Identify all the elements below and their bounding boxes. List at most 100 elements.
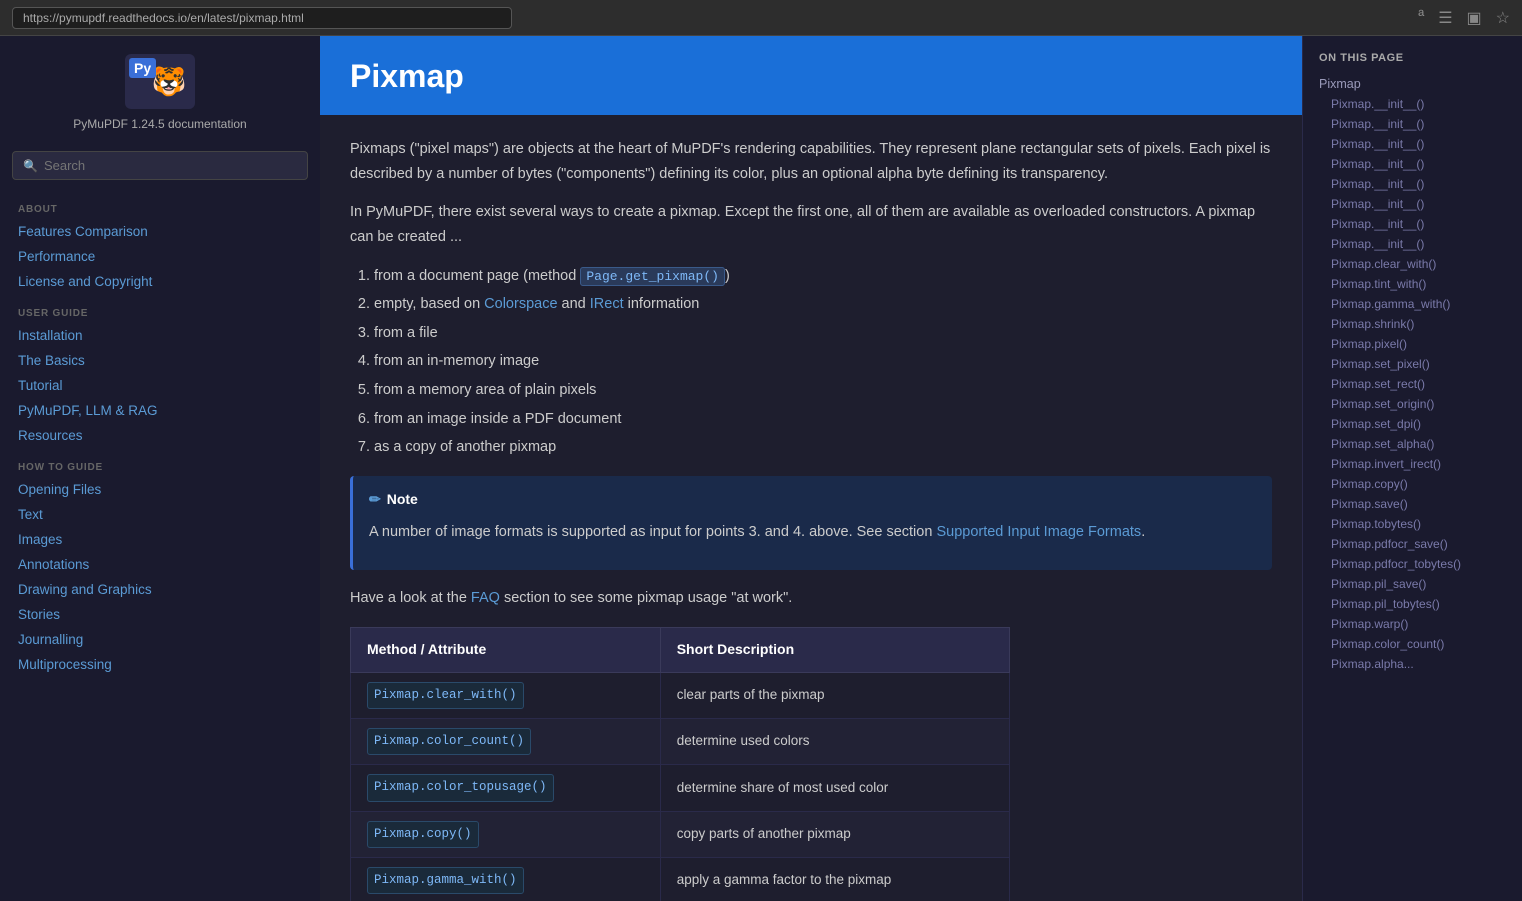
logo-py: Py: [129, 58, 156, 78]
sidebar-item-resources[interactable]: Resources: [0, 423, 320, 448]
sidebar-logo: Py 🐯 PyMuPDF 1.24.5 documentation: [0, 36, 320, 141]
toc-items-container: Pixmap.__init__()Pixmap.__init__()Pixmap…: [1303, 94, 1522, 674]
methods-table: Method / Attribute Short Description Pix…: [350, 627, 1010, 901]
method-code[interactable]: Pixmap.color_count(): [367, 728, 531, 755]
toc-item[interactable]: Pixmap.set_origin(): [1303, 394, 1522, 414]
search-box[interactable]: 🔍: [12, 151, 308, 180]
creation-list: from a document page (method Page.get_pi…: [374, 264, 1272, 460]
toc-item[interactable]: Pixmap.tint_with(): [1303, 274, 1522, 294]
method-code[interactable]: Pixmap.gamma_with(): [367, 867, 524, 894]
toc-item[interactable]: Pixmap.pixel(): [1303, 334, 1522, 354]
bookmark-icon[interactable]: ☆: [1496, 8, 1510, 28]
code-get-pixmap: Page.get_pixmap(): [580, 267, 725, 286]
table-cell-desc: apply a gamma factor to the pixmap: [660, 857, 1009, 901]
sidebar-item-stories[interactable]: Stories: [0, 602, 320, 627]
toc-item[interactable]: Pixmap.__init__(): [1303, 134, 1522, 154]
list-item-6: from an image inside a PDF document: [374, 407, 1272, 432]
toc-item[interactable]: Pixmap.__init__(): [1303, 114, 1522, 134]
list-item-3: from a file: [374, 321, 1272, 346]
sidebar-item-features-comparison[interactable]: Features Comparison: [0, 219, 320, 244]
toc-item[interactable]: Pixmap.clear_with(): [1303, 254, 1522, 274]
toc-item[interactable]: Pixmap.set_alpha(): [1303, 434, 1522, 454]
toc-item[interactable]: Pixmap.tobytes(): [1303, 514, 1522, 534]
note-header: ✏ Note: [369, 488, 1256, 512]
page-title-banner: Pixmap: [320, 36, 1302, 115]
search-input[interactable]: [44, 158, 297, 173]
toc-item[interactable]: Pixmap.copy(): [1303, 474, 1522, 494]
toc-item[interactable]: Pixmap.pil_save(): [1303, 574, 1522, 594]
toc-item[interactable]: Pixmap.save(): [1303, 494, 1522, 514]
sidebar-item-journalling[interactable]: Journalling: [0, 627, 320, 652]
toc-item[interactable]: Pixmap.__init__(): [1303, 214, 1522, 234]
left-sidebar: Py 🐯 PyMuPDF 1.24.5 documentation 🔍 ABOU…: [0, 36, 320, 901]
sidebar-item-text[interactable]: Text: [0, 502, 320, 527]
sidebar-item-installation[interactable]: Installation: [0, 323, 320, 348]
reader-icon[interactable]: ☰: [1438, 8, 1452, 28]
toc-item[interactable]: Pixmap.shrink(): [1303, 314, 1522, 334]
note-body: A number of image formats is supported a…: [369, 520, 1256, 545]
tab-icon[interactable]: ▣: [1467, 8, 1482, 28]
toc-item[interactable]: Pixmap.invert_irect(): [1303, 454, 1522, 474]
list-item-7: as a copy of another pixmap: [374, 435, 1272, 460]
faq-line: Have a look at the FAQ section to see so…: [350, 586, 1272, 611]
sidebar-item-the-basics[interactable]: The Basics: [0, 348, 320, 373]
section-howto-label: HOW TO GUIDE: [0, 448, 320, 477]
toc-item[interactable]: Pixmap.pil_tobytes(): [1303, 594, 1522, 614]
note-title: Note: [387, 488, 418, 512]
sidebar-item-performance[interactable]: Performance: [0, 244, 320, 269]
toc-item[interactable]: Pixmap.pdfocr_save(): [1303, 534, 1522, 554]
table-col-method: Method / Attribute: [351, 628, 661, 673]
table-cell-method: Pixmap.color_count(): [351, 719, 661, 765]
toc-item[interactable]: Pixmap.color_count(): [1303, 634, 1522, 654]
page-title: Pixmap: [350, 58, 464, 94]
sidebar-item-opening-files[interactable]: Opening Files: [0, 477, 320, 502]
sidebar-item-tutorial[interactable]: Tutorial: [0, 373, 320, 398]
sidebar-item-multiprocessing[interactable]: Multiprocessing: [0, 652, 320, 677]
toc-item[interactable]: Pixmap.__init__(): [1303, 234, 1522, 254]
method-code[interactable]: Pixmap.color_topusage(): [367, 774, 554, 801]
table-row: Pixmap.clear_with() clear parts of the p…: [351, 672, 1010, 718]
right-sidebar: ON THIS PAGE Pixmap Pixmap.__init__()Pix…: [1302, 36, 1522, 901]
table-row: Pixmap.gamma_with() apply a gamma factor…: [351, 857, 1010, 901]
toc-item[interactable]: Pixmap.__init__(): [1303, 174, 1522, 194]
toc-item[interactable]: Pixmap.gamma_with(): [1303, 294, 1522, 314]
sidebar-item-license-copyright[interactable]: License and Copyright: [0, 269, 320, 294]
toc-item-main[interactable]: Pixmap: [1303, 74, 1522, 94]
sidebar-item-pymupdf-llm-rag[interactable]: PyMuPDF, LLM & RAG: [0, 398, 320, 423]
main-content: Pixmap Pixmaps ("pixel maps") are object…: [320, 36, 1302, 901]
toc-item[interactable]: Pixmap.set_dpi(): [1303, 414, 1522, 434]
toc-item[interactable]: Pixmap.__init__(): [1303, 94, 1522, 114]
table-cell-method: Pixmap.color_topusage(): [351, 765, 661, 811]
section-about-label: ABOUT: [0, 190, 320, 219]
logo-mu: 🐯: [152, 65, 187, 98]
toc-item[interactable]: Pixmap.__init__(): [1303, 154, 1522, 174]
intro-paragraph-1: Pixmaps ("pixel maps") are objects at th…: [350, 137, 1272, 186]
list-item-2: empty, based on Colorspace and IRect inf…: [374, 292, 1272, 317]
translate-icon[interactable]: ª: [1418, 8, 1424, 28]
table-cell-desc: clear parts of the pixmap: [660, 672, 1009, 718]
toc-item[interactable]: Pixmap.__init__(): [1303, 194, 1522, 214]
link-faq[interactable]: FAQ: [471, 590, 500, 606]
toc-item[interactable]: Pixmap.pdfocr_tobytes(): [1303, 554, 1522, 574]
link-colorspace[interactable]: Colorspace: [484, 296, 557, 312]
sidebar-item-annotations[interactable]: Annotations: [0, 552, 320, 577]
link-irect[interactable]: IRect: [590, 296, 624, 312]
list-item-1: from a document page (method Page.get_pi…: [374, 264, 1272, 289]
toc-item[interactable]: Pixmap.set_pixel(): [1303, 354, 1522, 374]
main-layout: Py 🐯 PyMuPDF 1.24.5 documentation 🔍 ABOU…: [0, 36, 1522, 901]
table-cell-method: Pixmap.copy(): [351, 811, 661, 857]
toc-item[interactable]: Pixmap.set_rect(): [1303, 374, 1522, 394]
sidebar-item-images[interactable]: Images: [0, 527, 320, 552]
sidebar-item-drawing-graphics[interactable]: Drawing and Graphics: [0, 577, 320, 602]
toc-item[interactable]: Pixmap.alpha...: [1303, 654, 1522, 674]
search-icon: 🔍: [23, 159, 38, 173]
toc-title: ON THIS PAGE: [1303, 52, 1522, 74]
browser-bar: https://pymupdf.readthedocs.io/en/latest…: [0, 0, 1522, 36]
method-code[interactable]: Pixmap.copy(): [367, 821, 479, 848]
browser-url[interactable]: https://pymupdf.readthedocs.io/en/latest…: [12, 7, 512, 29]
toc-item[interactable]: Pixmap.warp(): [1303, 614, 1522, 634]
method-code[interactable]: Pixmap.clear_with(): [367, 682, 524, 709]
table-cell-desc: determine share of most used color: [660, 765, 1009, 811]
note-box: ✏ Note A number of image formats is supp…: [350, 476, 1272, 570]
link-supported-formats[interactable]: Supported Input Image Formats: [936, 524, 1141, 540]
